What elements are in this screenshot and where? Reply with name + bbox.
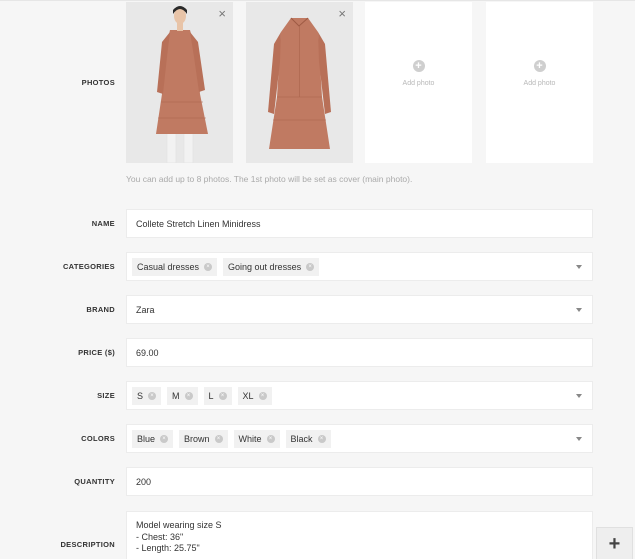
dropdown-caret-icon[interactable] — [576, 308, 582, 312]
price-input[interactable]: 69.00 — [126, 338, 593, 367]
quantity-value: 200 — [136, 476, 152, 487]
chip-label: XL — [242, 390, 254, 401]
dropdown-caret-icon[interactable] — [576, 437, 582, 441]
add-fab-button[interactable]: + — [596, 527, 633, 559]
categories-select[interactable]: Casual dresses × Going out dresses × — [126, 252, 593, 281]
chip-remove-icon[interactable]: × — [317, 434, 326, 443]
plus-icon: + — [608, 533, 621, 555]
description-line: - Chest: 36" — [136, 531, 184, 542]
size-chip: S × — [132, 386, 162, 405]
dress-product-photo — [246, 2, 353, 163]
chip-label: Going out dresses — [228, 261, 302, 272]
chip-label: White — [238, 433, 262, 444]
chip-remove-icon[interactable]: × — [258, 391, 267, 400]
remove-photo-icon[interactable]: × — [338, 7, 346, 20]
chip-label: M — [172, 390, 180, 401]
categories-label: CATEGORIES — [62, 262, 115, 271]
chip-remove-icon[interactable]: × — [306, 262, 315, 271]
colors-select[interactable]: Blue × Brown × White × Black × — [126, 424, 593, 453]
size-label: SIZE — [97, 391, 115, 400]
add-photo-plus-icon: + — [533, 60, 546, 72]
color-chip: Black × — [285, 429, 331, 448]
colors-label: COLORS — [81, 434, 115, 443]
chip-remove-icon[interactable]: × — [218, 391, 227, 400]
dropdown-caret-icon[interactable] — [576, 265, 582, 269]
add-photo-label: Add photo — [523, 80, 556, 87]
chip-label: L — [208, 390, 214, 401]
photo-slot-1[interactable]: × — [126, 2, 233, 163]
photo-slot-2[interactable]: × — [246, 2, 353, 163]
description-line: Model wearing size S — [136, 520, 222, 530]
photos-label: PHOTOS — [81, 78, 115, 87]
color-chip: Brown × — [179, 429, 228, 448]
dropdown-caret-icon[interactable] — [576, 394, 582, 398]
chip-label: Brown — [184, 433, 210, 444]
size-chip: L × — [203, 386, 232, 405]
chip-label: Black — [290, 433, 313, 444]
size-select[interactable]: S × M × L × XL × — [126, 381, 593, 410]
remove-photo-icon[interactable]: × — [218, 7, 226, 20]
photos-hint: You can add up to 8 photos. The 1st phot… — [126, 174, 413, 184]
description-label: DESCRIPTION — [60, 540, 115, 549]
chip-remove-icon[interactable]: × — [160, 434, 169, 443]
description-textarea[interactable]: Model wearing size S - Chest: 36" - Leng… — [126, 511, 593, 559]
brand-value: Zara — [136, 304, 155, 315]
chip-label: Casual dresses — [137, 261, 200, 272]
category-chip: Going out dresses × — [223, 257, 320, 276]
brand-label: BRAND — [86, 305, 115, 314]
quantity-label: QUANTITY — [74, 477, 115, 486]
add-photo-plus-icon: + — [412, 60, 425, 72]
category-chip: Casual dresses × — [132, 257, 218, 276]
add-photo-slot-4[interactable]: + Add photo — [486, 2, 593, 163]
quantity-input[interactable]: 200 — [126, 467, 593, 496]
chip-remove-icon[interactable]: × — [204, 262, 213, 271]
name-input[interactable]: Collete Stretch Linen Minidress — [126, 209, 593, 238]
brand-select[interactable]: Zara — [126, 295, 593, 324]
chip-remove-icon[interactable]: × — [214, 434, 223, 443]
chip-label: Blue — [137, 433, 156, 444]
price-label: PRICE ($) — [78, 348, 115, 357]
model-dress-photo — [126, 2, 233, 163]
size-chip: M × — [167, 386, 198, 405]
chip-label: S — [137, 390, 144, 401]
chip-remove-icon[interactable]: × — [184, 391, 193, 400]
name-label: NAME — [91, 219, 115, 228]
name-value: Collete Stretch Linen Minidress — [136, 218, 261, 229]
color-chip: Blue × — [132, 429, 174, 448]
size-chip: XL × — [237, 386, 272, 405]
color-chip: White × — [233, 429, 280, 448]
description-line: - Length: 25.75" — [136, 543, 200, 553]
add-photo-label: Add photo — [402, 80, 435, 87]
chip-remove-icon[interactable]: × — [148, 391, 157, 400]
add-photo-slot-3[interactable]: + Add photo — [365, 2, 472, 163]
price-value: 69.00 — [136, 347, 159, 358]
chip-remove-icon[interactable]: × — [266, 434, 275, 443]
